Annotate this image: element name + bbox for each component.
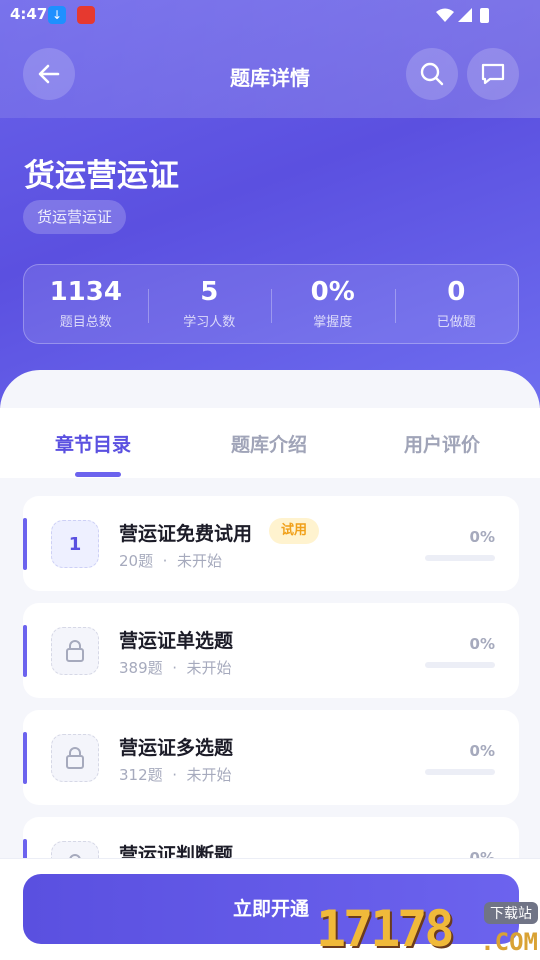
battery-icon [480,8,489,23]
search-button[interactable] [406,48,458,100]
signal-icon [458,8,472,22]
bank-title: 货运营运证 [24,158,179,194]
stat-value: 0% [310,277,355,307]
chapter-card[interactable]: 营运证多选题 312题 · 未开始 0% [23,710,519,805]
bank-category-tag: 货运营运证 [23,200,127,234]
watermark-site: 下载站 [484,902,538,924]
card-accent-bar [23,625,27,677]
tab-bar: 章节目录 题库介绍 用户评价 [0,408,540,478]
stat-value: 5 [200,277,219,307]
chapter-progress-bar [425,769,495,775]
chapter-card[interactable]: 1 营运证免费试用 试用 20题 · 未开始 0% [23,496,519,591]
meta-separator: · [167,766,187,784]
chat-bubble-icon [481,63,505,85]
tab-active-indicator [75,472,121,477]
chapter-status: 未开始 [186,659,232,677]
chapter-progress-bar [425,662,495,668]
app-notification-icon [77,6,95,24]
chapter-progress-bar [425,555,495,561]
status-right-icons [436,8,489,23]
card-accent-bar [23,518,27,570]
wifi-icon [436,8,454,22]
chapter-title: 营运证单选题 [119,630,234,652]
message-button[interactable] [467,48,519,100]
lock-icon [66,640,84,662]
chapter-title: 营运证多选题 [119,737,234,759]
chapter-card[interactable]: 营运证单选题 389题 · 未开始 0% [23,603,519,698]
tab-intro[interactable]: 题库介绍 [231,430,307,457]
chapter-status: 未开始 [186,766,232,784]
stat-done: 0 已做题 [394,265,519,343]
chapter-meta: 389题 · 未开始 [119,657,232,678]
card-accent-bar [23,732,27,784]
lock-badge [51,627,99,675]
page-title: 题库详情 [230,66,310,90]
meta-separator: · [167,659,187,677]
status-time: 4:47 [10,5,48,23]
lock-badge [51,734,99,782]
question-count: 389题 [119,659,163,677]
stat-mastery: 0% 掌握度 [271,265,395,343]
watermark-digits: 17178 [316,900,455,958]
tab-reviews[interactable]: 用户评价 [404,430,480,457]
tab-chapters[interactable]: 章节目录 [55,430,131,457]
stat-label: 题目总数 [59,315,112,330]
chapter-meta: 312题 · 未开始 [119,764,232,785]
question-count: 20题 [119,552,154,570]
watermark-domain: .COM [480,928,538,956]
top-bar: 题库详情 [0,48,540,102]
chapter-index-badge: 1 [51,520,99,568]
stat-label: 掌握度 [313,315,353,330]
chapter-title: 营运证免费试用 [119,523,253,545]
chapter-progress-text: 0% [469,742,495,760]
question-count: 312题 [119,766,163,784]
search-icon [420,62,444,86]
stat-learners: 5 学习人数 [147,265,272,343]
stat-value: 0 [447,277,466,307]
chapter-progress-text: 0% [469,528,495,546]
site-watermark: 17178 下载站 .COM [316,900,540,960]
stat-value: 1134 [49,277,122,307]
stat-total-questions: 1134 题目总数 [24,265,148,343]
chapter-status: 未开始 [176,552,222,570]
download-icon: ↓ [48,6,66,24]
status-bar: 4:47 ↓ [0,0,540,30]
chapter-meta: 20题 · 未开始 [119,550,222,571]
lock-icon [66,747,84,769]
meta-separator: · [157,552,177,570]
stats-panel: 1134 题目总数 5 学习人数 0% 掌握度 0 已做题 [23,264,519,344]
stat-label: 已做题 [436,315,476,330]
stat-label: 学习人数 [183,315,236,330]
chapter-progress-text: 0% [469,635,495,653]
trial-badge: 试用 [269,518,320,544]
